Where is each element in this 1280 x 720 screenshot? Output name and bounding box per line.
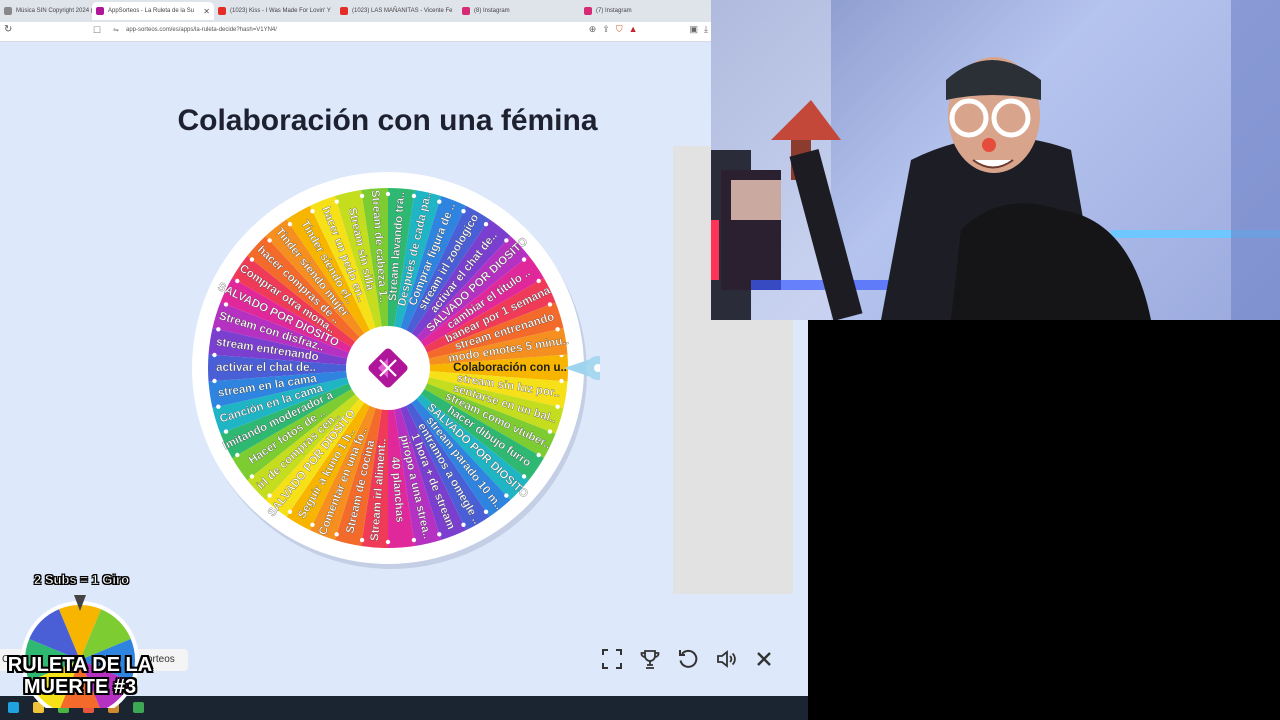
wheel-peg	[504, 238, 509, 243]
webcam-image	[711, 0, 1280, 320]
wheel-peg	[483, 509, 489, 514]
wheel-peg	[504, 493, 509, 498]
tab-label: (1023) LAS MAÑANITAS - Vicente Fe	[352, 8, 453, 14]
address-bar: ↻ ☐ ⇋ app-sorteos.com/es/apps/la-ruleta-…	[0, 22, 712, 42]
wheel-peg	[310, 522, 315, 527]
wheel-peg	[267, 238, 272, 243]
wheel-peg	[437, 532, 442, 537]
wheel-peg	[235, 278, 240, 284]
wheel-peg	[287, 222, 293, 227]
wheel-peg	[249, 474, 255, 479]
wheel-peg	[287, 509, 293, 514]
bookmark-icon[interactable]: ☐	[93, 25, 101, 36]
volume-icon	[717, 650, 736, 668]
reload-icon[interactable]: ↻	[4, 24, 12, 35]
wheel-peg	[223, 302, 229, 307]
wheel-peg	[334, 532, 339, 537]
overlay-title-line1: RULETA DE LA	[7, 654, 153, 676]
wheel-peg	[536, 278, 541, 284]
spin-wheel[interactable]: Colaboración con u..stream sin luz por..…	[180, 160, 600, 580]
wheel-peg	[536, 452, 541, 458]
tab-label: (8) Instagram	[474, 8, 510, 14]
browser-tab-bar: Música SIN Copyright 2024 (c AppSorteos -…	[0, 0, 712, 22]
browser-tab[interactable]: (8) Instagram	[458, 2, 580, 20]
wheel-peg	[216, 404, 221, 409]
wheel-peg	[310, 209, 315, 214]
wheel-peg	[461, 522, 466, 527]
wheel-peg	[359, 537, 365, 543]
tab-label: (7) Instagram	[596, 8, 632, 14]
browser-tab[interactable]: (1023) Kiss - I Was Made For Lovin' Y	[214, 2, 336, 20]
wheel-peg	[359, 193, 365, 199]
wheel-peg	[249, 257, 255, 262]
wheel-peg	[483, 222, 489, 227]
subs-per-spin-label: 2 Subs = 1 Giro	[34, 572, 130, 588]
tab-label: (1023) Kiss - I Was Made For Lovin' Y	[230, 8, 331, 14]
wheel-peg	[267, 493, 272, 498]
browser-tab[interactable]: (1023) LAS MAÑANITAS - Vicente Fe	[336, 2, 458, 20]
tab-close-icon[interactable]: ✕	[203, 7, 210, 16]
wheel-peg	[385, 191, 391, 197]
wheel-peg	[559, 378, 564, 384]
url-field[interactable]: app-sorteos.com/es/apps/la-ruleta-decide…	[126, 27, 277, 33]
tab-favicon-icon	[340, 7, 348, 15]
wheel-controls	[600, 647, 776, 671]
share-icon[interactable]: ⇪	[602, 24, 610, 35]
tab-favicon-icon	[584, 7, 592, 15]
wheel-peg	[212, 352, 217, 358]
close-button[interactable]	[752, 647, 776, 671]
wheel-peg	[555, 327, 560, 332]
undo-icon	[679, 649, 698, 668]
browser-tab[interactable]: (7) Instagram	[580, 2, 680, 20]
undo-button[interactable]	[676, 647, 700, 671]
wheel-peg	[334, 199, 339, 204]
wheel-peg	[547, 302, 553, 307]
wheel-peg	[216, 327, 221, 332]
wheel-peg	[461, 209, 466, 214]
browser-tab[interactable]: Música SIN Copyright 2024 (c	[0, 2, 92, 20]
wheel-peg	[521, 474, 527, 479]
fullscreen-button[interactable]	[600, 647, 624, 671]
wheel-peg	[547, 429, 553, 434]
tab-label: AppSorteos - La Ruleta de la Su	[108, 8, 195, 14]
wheel-peg	[235, 452, 240, 458]
rewards-icon[interactable]: ▲	[629, 24, 638, 35]
wheel-segment-label: activar el chat de..	[216, 362, 316, 374]
site-info-icon[interactable]: ⇋	[113, 26, 119, 34]
overlay-title-line2: MUERTE #3	[23, 676, 137, 698]
download-icon[interactable]: ⤓	[704, 24, 708, 35]
wheel-peg	[437, 199, 442, 204]
fullscreen-icon	[602, 649, 622, 669]
wheel-result-title: Colaboración con una fémina	[177, 104, 598, 137]
volume-button[interactable]	[714, 647, 738, 671]
trophy-icon	[640, 650, 660, 669]
stream-overlay: 2 Subs = 1 Giro RULETA DE LA MUERTE #3	[0, 562, 160, 720]
tab-favicon-icon	[96, 7, 104, 15]
wheel-peg	[212, 378, 217, 384]
tab-favicon-icon	[4, 7, 12, 15]
zoom-icon[interactable]: ⊕	[589, 24, 597, 35]
trophy-button[interactable]	[638, 647, 662, 671]
brave-shield-icon[interactable]: ⛉	[616, 24, 623, 35]
overlay-title: RULETA DE LA MUERTE #3	[0, 654, 160, 698]
webcam-feed	[711, 0, 1280, 320]
wheel-peg	[555, 404, 560, 409]
wheel-peg	[411, 193, 417, 199]
tab-favicon-icon	[218, 7, 226, 15]
wheel-peg	[411, 537, 417, 543]
wheel-peg	[223, 429, 229, 434]
browser-tab[interactable]: AppSorteos - La Ruleta de la Su ✕	[92, 2, 214, 20]
close-icon	[757, 652, 771, 666]
wheel-segment-label: Colaboración con u..	[453, 362, 567, 374]
wheel-peg	[385, 539, 391, 545]
sidebar-icon[interactable]: ▣	[690, 24, 699, 35]
tab-favicon-icon	[462, 7, 470, 15]
wheel-peg	[521, 257, 527, 262]
tab-label: Música SIN Copyright 2024 (c	[16, 8, 92, 14]
